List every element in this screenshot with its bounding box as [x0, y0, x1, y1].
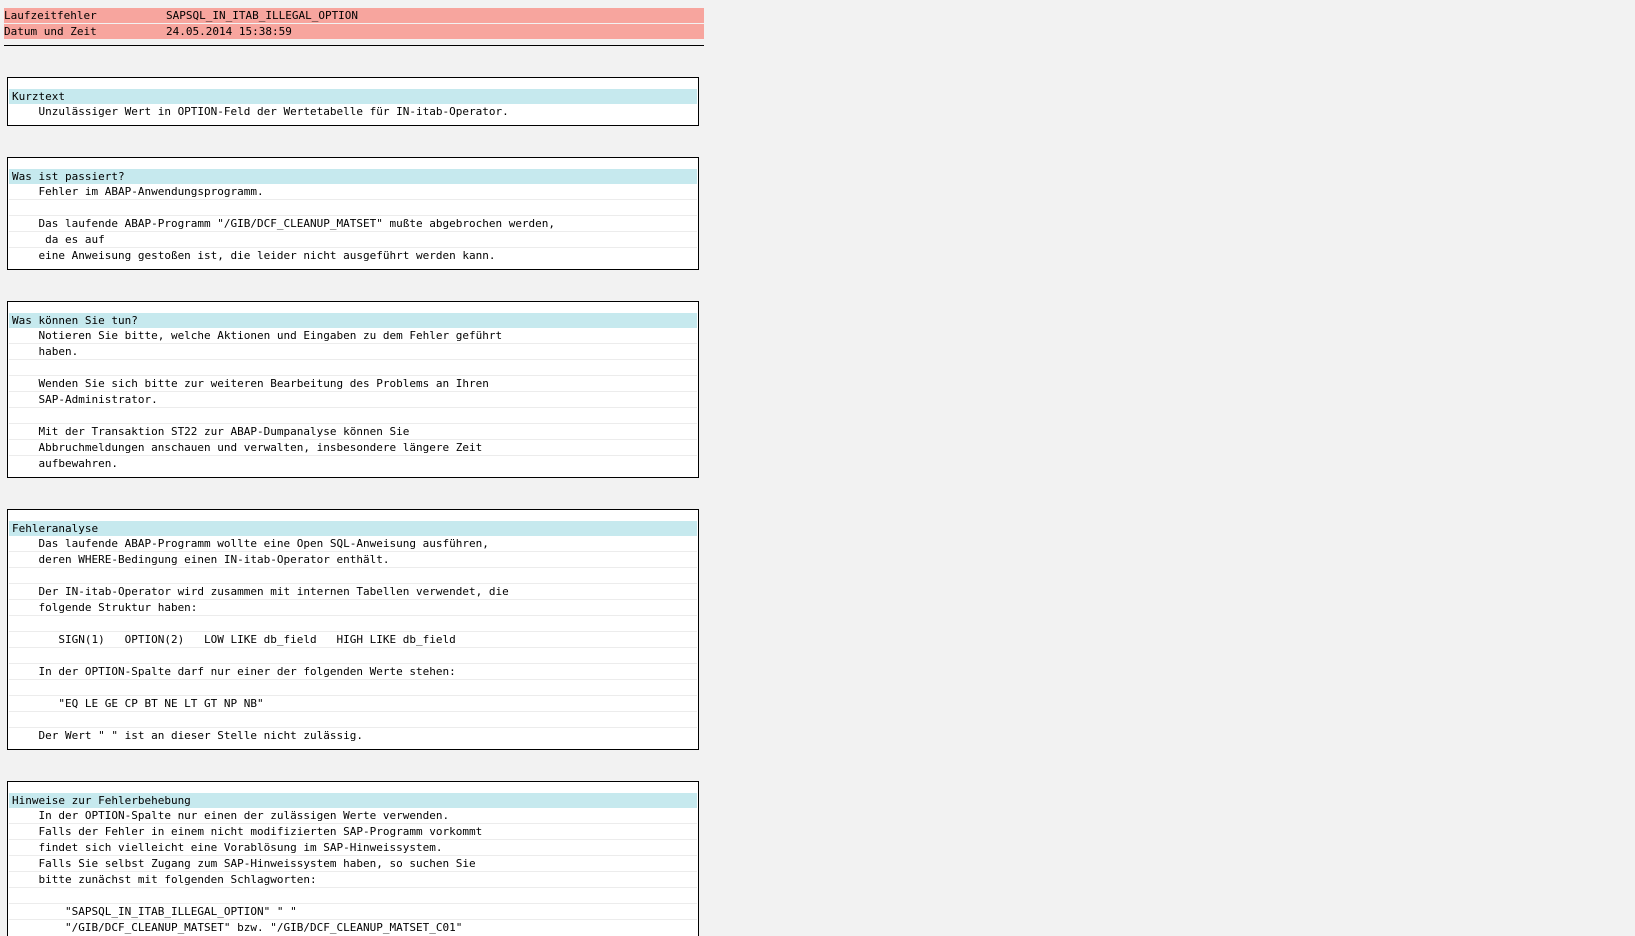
- text-line: [9, 888, 697, 904]
- text-line: Notieren Sie bitte, welche Aktionen und …: [9, 328, 697, 344]
- section-hinweise-zur-fehlerbehebung: Hinweise zur Fehlerbehebung In der OPTIO…: [7, 781, 699, 936]
- section-fehleranalyse: Fehleranalyse Das laufende ABAP-Programm…: [7, 509, 699, 750]
- header-divider: [4, 45, 704, 46]
- header-value: SAPSQL_IN_ITAB_ILLEGAL_OPTION: [166, 9, 359, 22]
- text-line: eine Anweisung gestoßen ist, die leider …: [12, 249, 496, 262]
- text-line: "/GIB/DCF_CLEANUP_MATSET" bzw. "/GIB/DCF…: [12, 921, 463, 934]
- text-line: "SAPSQL_IN_ITAB_ILLEGAL_OPTION" " ": [9, 904, 697, 920]
- text-line: Abbruchmeldungen anschauen und verwalten…: [9, 440, 697, 456]
- text-line: [9, 712, 697, 728]
- text-line: Unzulässiger Wert in OPTION-Feld der Wer…: [12, 105, 509, 118]
- section-title: Was können Sie tun?: [9, 313, 697, 328]
- text-line: da es auf: [9, 232, 697, 248]
- text-line: "EQ LE GE CP BT NE LT GT NP NB": [9, 696, 697, 712]
- section-lines: Fehler im ABAP-Anwendungsprogramm. Das l…: [8, 184, 698, 264]
- section-was-ist-passiert: Was ist passiert? Fehler im ABAP-Anwendu…: [7, 157, 699, 270]
- header-label: Laufzeitfehler: [4, 9, 97, 22]
- dump-header: Laufzeitfehler SAPSQL_IN_ITAB_ILLEGAL_OP…: [4, 8, 704, 39]
- text-line: SIGN(1) OPTION(2) LOW LIKE db_field HIGH…: [9, 632, 697, 648]
- section-title: Hinweise zur Fehlerbehebung: [9, 793, 697, 808]
- text-line: deren WHERE-Bedingung einen IN-itab-Oper…: [9, 552, 697, 568]
- section-lines: Unzulässiger Wert in OPTION-Feld der Wer…: [8, 104, 698, 120]
- section-title: Was ist passiert?: [9, 169, 697, 184]
- text-line: Der Wert " " ist an dieser Stelle nicht …: [12, 729, 363, 742]
- text-line: In der OPTION-Spalte nur einen der zuläs…: [9, 808, 697, 824]
- text-line: Falls Sie selbst Zugang zum SAP-Hinweiss…: [9, 856, 697, 872]
- text-line: [9, 680, 697, 696]
- text-line: In der OPTION-Spalte darf nur einer der …: [9, 664, 697, 680]
- header-label: Datum und Zeit: [4, 25, 97, 38]
- text-line: Der IN-itab-Operator wird zusammen mit i…: [9, 584, 697, 600]
- text-line: [9, 408, 697, 424]
- text-line: Das laufende ABAP-Programm wollte eine O…: [9, 536, 697, 552]
- text-line: Falls der Fehler in einem nicht modifizi…: [9, 824, 697, 840]
- text-line: haben.: [9, 344, 697, 360]
- header-row-runtime-error: Laufzeitfehler SAPSQL_IN_ITAB_ILLEGAL_OP…: [4, 8, 704, 23]
- text-line: [9, 360, 697, 376]
- header-row-date-time: Datum und Zeit 24.05.2014 15:38:59: [4, 24, 704, 39]
- text-line: aufbewahren.: [12, 457, 118, 470]
- text-line: findet sich vielleicht eine Vorablösung …: [9, 840, 697, 856]
- text-line: SAP-Administrator.: [9, 392, 697, 408]
- text-line: folgende Struktur haben:: [9, 600, 697, 616]
- text-line: bitte zunächst mit folgenden Schlagworte…: [9, 872, 697, 888]
- text-line: Wenden Sie sich bitte zur weiteren Bearb…: [9, 376, 697, 392]
- section-kurztext: Kurztext Unzulässiger Wert in OPTION-Fel…: [7, 77, 699, 126]
- header-value: 24.05.2014 15:38:59: [166, 25, 292, 38]
- text-line: [9, 568, 697, 584]
- section-lines: Das laufende ABAP-Programm wollte eine O…: [8, 536, 698, 744]
- text-line: Das laufende ABAP-Programm "/GIB/DCF_CLE…: [9, 216, 697, 232]
- section-title: Fehleranalyse: [9, 521, 697, 536]
- section-lines: In der OPTION-Spalte nur einen der zuläs…: [8, 808, 698, 936]
- text-line: Mit der Transaktion ST22 zur ABAP-Dumpan…: [9, 424, 697, 440]
- section-was-koennen-sie-tun: Was können Sie tun? Notieren Sie bitte, …: [7, 301, 699, 478]
- text-line: [9, 648, 697, 664]
- text-line: [9, 616, 697, 632]
- text-line: [9, 200, 697, 216]
- text-line: Fehler im ABAP-Anwendungsprogramm.: [9, 184, 697, 200]
- section-title: Kurztext: [9, 89, 697, 104]
- section-lines: Notieren Sie bitte, welche Aktionen und …: [8, 328, 698, 472]
